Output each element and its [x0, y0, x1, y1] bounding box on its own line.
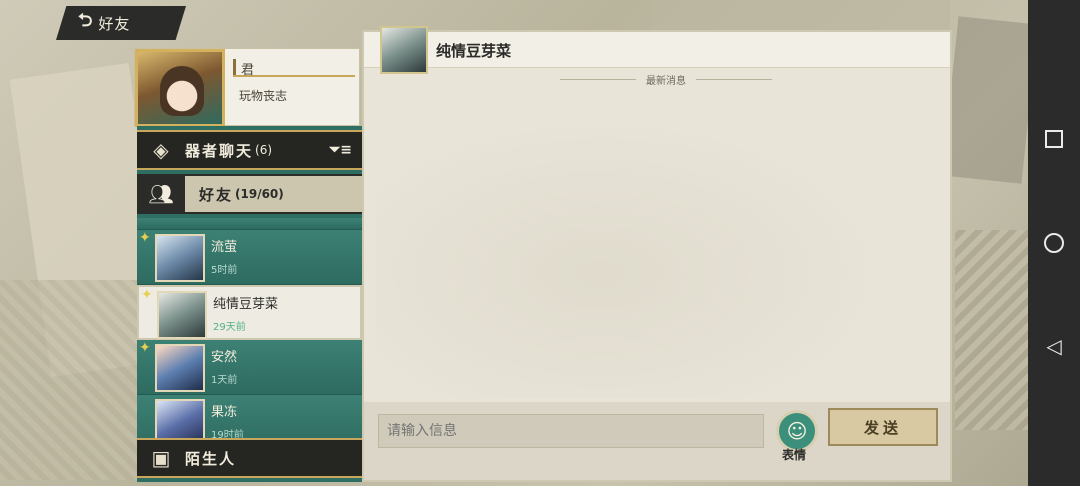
star-icon: ✦	[139, 340, 151, 356]
message-input[interactable]	[378, 414, 764, 448]
friend-item[interactable]: 果冻 19时前	[137, 395, 362, 438]
friend-name: 安然	[211, 350, 238, 365]
home-button[interactable]	[1042, 231, 1066, 255]
diamond-chat-icon: ◈	[153, 138, 169, 162]
chat-panel: 纯情豆芽菜 最新消息 ☺ 表情 发送	[362, 26, 952, 482]
background-paper	[941, 16, 1039, 184]
friend-avatar	[157, 291, 207, 339]
friend-item-selected[interactable]: ✦ 纯情豆芽菜 29天前	[137, 285, 362, 340]
background-stamp	[955, 230, 1030, 430]
friend-avatar	[155, 399, 205, 438]
latest-messages-divider: 最新消息	[560, 72, 772, 87]
divider-line	[560, 79, 636, 80]
category-strangers[interactable]: ▣ 陌生人	[137, 438, 362, 478]
back-label: 好友	[98, 14, 131, 33]
category-group-chat[interactable]: ◈ 器者聊天 (6) ⏷≡	[137, 130, 362, 170]
friend-list[interactable]: ✦ 流萤 5时前 ✦ 纯情豆芽菜 29天前 ✦ 安然 1天前 果冻 19时前	[137, 218, 362, 438]
friends-panel: ◈ 器者聊天 (6) ⏷≡ 👥︎ 好友 (19/60) ✦ 流萤 5时前 ✦ 纯…	[137, 126, 362, 482]
recent-apps-button[interactable]	[1042, 127, 1066, 151]
category-count: (19/60)	[235, 187, 284, 201]
star-icon: ✦	[141, 287, 153, 303]
send-button[interactable]: 发送	[828, 408, 938, 446]
message-area[interactable]	[376, 88, 938, 398]
back-arrow-icon: ⮌	[78, 10, 93, 31]
chat-partner-avatar[interactable]	[380, 26, 428, 74]
friend-last-seen: 29天前	[213, 322, 246, 333]
avatar-portrait	[160, 66, 204, 116]
divider-line	[696, 79, 772, 80]
friend-name: 果冻	[211, 405, 238, 420]
friend-item[interactable]: ✦ 流萤 5时前	[137, 230, 362, 285]
list-item[interactable]	[137, 218, 362, 230]
emoji-label: 表情	[782, 448, 807, 462]
friend-name: 流萤	[211, 240, 238, 255]
system-navigation-bar: ◁	[1028, 0, 1080, 486]
friend-avatar	[155, 234, 205, 282]
profile-card[interactable]: 君 玩物丧志	[134, 48, 360, 127]
star-icon: ✦	[139, 230, 151, 246]
input-bar: ☺ 表情 发送	[364, 402, 950, 480]
back-button[interactable]: ⮌ 好友	[56, 6, 186, 40]
chat-header: 纯情豆芽菜	[364, 26, 950, 74]
chat-title: 纯情豆芽菜	[436, 42, 512, 60]
system-back-button[interactable]: ◁	[1042, 334, 1066, 358]
triangle-back-icon: ◁	[1046, 334, 1062, 358]
filter-icon[interactable]: ⏷≡	[329, 142, 352, 158]
friend-last-seen: 19时前	[211, 430, 244, 438]
divider-label: 最新消息	[646, 76, 686, 87]
category-label: 陌生人	[185, 449, 237, 468]
category-friends[interactable]: 👥︎ 好友 (19/60)	[137, 174, 362, 214]
square-icon	[1045, 130, 1063, 148]
friend-name: 纯情豆芽菜	[213, 297, 279, 312]
contact-card-icon: ▣	[151, 446, 171, 470]
friend-item[interactable]: ✦ 安然 1天前	[137, 340, 362, 395]
friend-last-seen: 5时前	[211, 265, 238, 276]
people-icon: 👥︎	[137, 174, 185, 214]
background-stamp	[0, 280, 140, 480]
profile-signature: 玩物丧志	[239, 89, 288, 103]
category-label: 器者聊天	[185, 141, 254, 160]
friend-avatar	[155, 344, 205, 392]
circle-icon	[1044, 233, 1064, 253]
profile-name: 君	[241, 63, 255, 78]
category-count: (6)	[255, 143, 273, 157]
friend-last-seen: 1天前	[211, 375, 238, 386]
smiley-icon: ☺	[786, 419, 808, 443]
category-label: 好友	[199, 185, 234, 204]
avatar[interactable]	[135, 49, 225, 127]
